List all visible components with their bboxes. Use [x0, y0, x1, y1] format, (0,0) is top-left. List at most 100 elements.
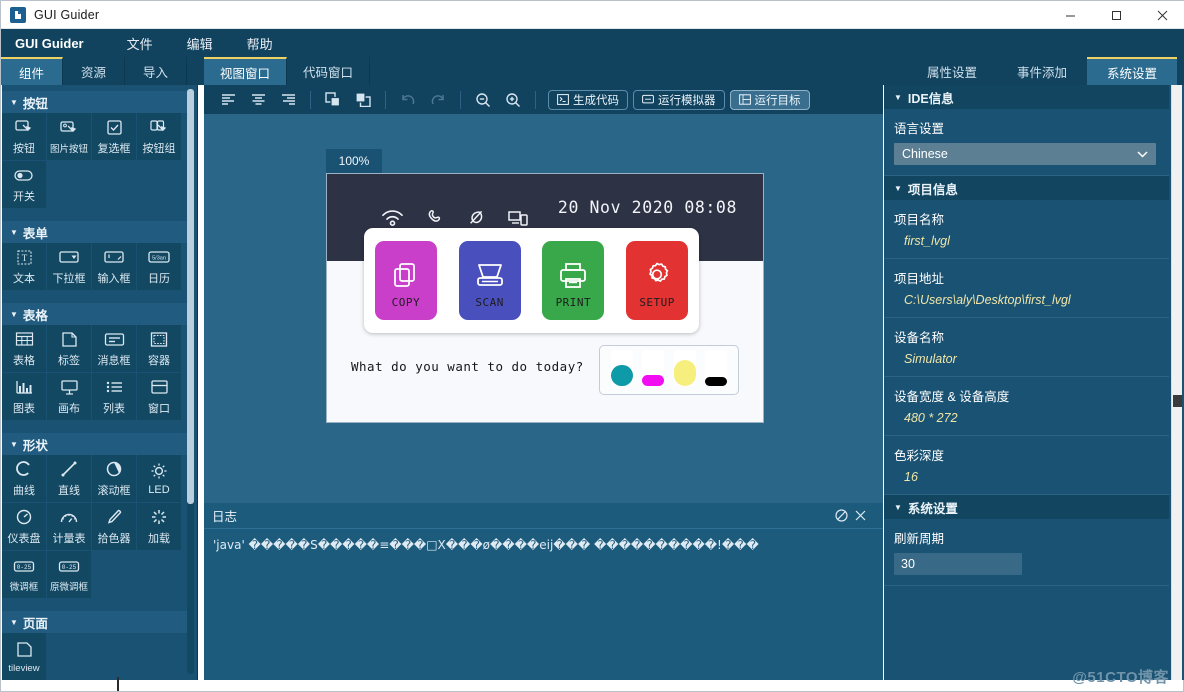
redo-button[interactable] — [424, 88, 452, 112]
tab-code-window[interactable]: 代码窗口 — [287, 57, 370, 85]
log-panel: 日志 'java' �����Ѕ�����≡���□X���ø����eij��… — [204, 503, 883, 680]
palette-item-spinner[interactable]: 加载 — [137, 503, 182, 551]
palette-section-table[interactable]: ▼ 表格 — [2, 303, 190, 325]
palette-item-gauge[interactable]: 仪表盘 — [2, 503, 47, 551]
log-message: 'java' �����Ѕ�����≡���□X���ø����eij��� �… — [204, 529, 883, 562]
toner-fill — [705, 377, 727, 386]
design-canvas[interactable]: 100% 20 Nov 2020 08:0 — [204, 114, 883, 503]
palette-item-spinbox-alt[interactable]: 0-25 原微调框 — [47, 551, 92, 599]
no-entry-icon[interactable] — [835, 509, 855, 522]
roller-icon — [105, 459, 123, 479]
device-tile-print[interactable]: PRINT — [542, 241, 604, 320]
palette-item-switch[interactable]: 开关 — [2, 161, 47, 209]
palette-item-spinbox[interactable]: 0-25 微调框 — [2, 551, 47, 599]
palette-scrollbar[interactable] — [187, 89, 194, 674]
palette-item-label: 直线 — [58, 482, 80, 498]
palette-item-button-group[interactable]: 按钮组 — [137, 113, 182, 161]
copy-icon — [391, 252, 421, 290]
palette-item-text[interactable]: T 文本 — [2, 243, 47, 291]
refresh-period-input[interactable]: 30 — [894, 553, 1022, 575]
palette-item-tileview[interactable]: tileview — [2, 633, 47, 680]
palette-item-textarea[interactable]: 输入框 — [92, 243, 137, 291]
palette-item-window[interactable]: 窗口 — [137, 373, 182, 421]
gui-guider-window: GUI Guider GUI Guider 文件 编辑 帮助 组件 资源 导入 … — [0, 0, 1184, 692]
tab-components[interactable]: 组件 — [1, 57, 63, 85]
window-scrollbar[interactable] — [1171, 85, 1182, 680]
send-to-back-button[interactable] — [349, 88, 377, 112]
palette-item-dropdown[interactable]: 下拉框 — [47, 243, 92, 291]
palette-item-line[interactable]: 直线 — [47, 455, 92, 503]
generate-code-label: 生成代码 — [573, 92, 619, 108]
palette-scrollbar-thumb[interactable] — [187, 89, 194, 504]
tab-resources[interactable]: 资源 — [63, 57, 125, 85]
menu-edit[interactable]: 编辑 — [170, 29, 230, 57]
menu-file[interactable]: 文件 — [110, 29, 170, 57]
palette-section-label: 表格 — [23, 305, 48, 324]
component-palette[interactable]: ▼ 按钮 按钮 图片按钮 复选框 — [2, 85, 198, 680]
align-left-button[interactable] — [214, 88, 242, 112]
close-button[interactable] — [1139, 1, 1184, 29]
palette-item-calendar[interactable]: 5/3an 日历 — [137, 243, 182, 291]
palette-item-button[interactable]: 按钮 — [2, 113, 47, 161]
chevron-down-icon — [1137, 151, 1148, 158]
palette-item-table[interactable]: 表格 — [2, 325, 47, 373]
palette-item-checkbox[interactable]: 复选框 — [92, 113, 137, 161]
palette-item-chart[interactable]: 图表 — [2, 373, 47, 421]
devices-icon — [508, 209, 529, 227]
palette-item-colorpicker[interactable]: 拾色器 — [92, 503, 137, 551]
palette-item-led[interactable]: LED — [137, 455, 182, 503]
properties-panel[interactable]: ▼ IDE信息 语言设置 Chinese ▼ 项目信息 项目名称 first_l… — [884, 85, 1184, 680]
menu-bar: GUI Guider 文件 编辑 帮助 — [1, 29, 1184, 57]
tab-system-settings[interactable]: 系统设置 — [1087, 57, 1177, 85]
close-icon[interactable] — [855, 510, 875, 521]
bring-to-front-button[interactable] — [319, 88, 347, 112]
generate-code-button[interactable]: 生成代码 — [548, 90, 628, 110]
align-right-icon — [281, 93, 296, 106]
device-tile-copy[interactable]: COPY — [375, 241, 437, 320]
prop-group-ide-info[interactable]: ▼ IDE信息 — [884, 85, 1169, 109]
menu-help[interactable]: 帮助 — [230, 29, 290, 57]
device-tile-setup[interactable]: SETUP — [626, 241, 688, 320]
tab-property-settings[interactable]: 属性设置 — [907, 57, 997, 85]
zoom-in-button[interactable] — [499, 88, 527, 112]
align-center-button[interactable] — [244, 88, 272, 112]
palette-item-label: 原微调框 — [50, 579, 88, 593]
chevron-down-icon: ▼ — [894, 184, 902, 193]
palette-item-canvas[interactable]: 画布 — [47, 373, 92, 421]
device-tile-scan[interactable]: SCAN — [459, 241, 521, 320]
run-target-label: 运行目标 — [755, 92, 801, 108]
tab-import[interactable]: 导入 — [125, 57, 187, 85]
palette-section-shape[interactable]: ▼ 形状 — [2, 433, 190, 455]
button-icon — [15, 117, 34, 137]
dropdown-icon — [59, 247, 80, 267]
tab-view-window[interactable]: 视图窗口 — [204, 57, 287, 85]
palette-item-list[interactable]: 列表 — [92, 373, 137, 421]
palette-item-tab[interactable]: 标签 — [47, 325, 92, 373]
zoom-out-button[interactable] — [469, 88, 497, 112]
align-right-button[interactable] — [274, 88, 302, 112]
prop-group-project-info[interactable]: ▼ 项目信息 — [884, 176, 1169, 200]
palette-item-image-button[interactable]: 图片按钮 — [47, 113, 92, 161]
palette-section-form[interactable]: ▼ 表单 — [2, 221, 190, 243]
minimize-button[interactable] — [1047, 1, 1093, 29]
palette-section-page[interactable]: ▼ 页面 — [2, 611, 190, 633]
run-simulator-button[interactable]: 运行模拟器 — [633, 90, 725, 110]
palette-section-buttons[interactable]: ▼ 按钮 — [2, 91, 190, 113]
tab-event-add[interactable]: 事件添加 — [997, 57, 1087, 85]
zoom-level-chip[interactable]: 100% — [326, 149, 382, 173]
maximize-button[interactable] — [1093, 1, 1139, 29]
spinbox-icon: 0-25 — [13, 556, 35, 576]
palette-item-meter[interactable]: 计量表 — [47, 503, 92, 551]
palette-item-container[interactable]: 容器 — [137, 325, 182, 373]
device-preview[interactable]: 20 Nov 2020 08:08 COPY SCAN — [326, 173, 764, 423]
run-target-button[interactable]: 运行目标 — [730, 90, 810, 110]
language-select[interactable]: Chinese — [894, 143, 1156, 165]
palette-item-messagebox[interactable]: 消息框 — [92, 325, 137, 373]
prop-group-system-settings[interactable]: ▼ 系统设置 — [884, 495, 1169, 519]
menu-brand[interactable]: GUI Guider — [1, 29, 110, 57]
palette-item-roller[interactable]: 滚动框 — [92, 455, 137, 503]
palette-item-arc[interactable]: 曲线 — [2, 455, 47, 503]
window-scrollbar-thumb[interactable] — [1173, 395, 1182, 407]
palette-item-label: 加载 — [148, 530, 170, 546]
undo-button[interactable] — [394, 88, 422, 112]
